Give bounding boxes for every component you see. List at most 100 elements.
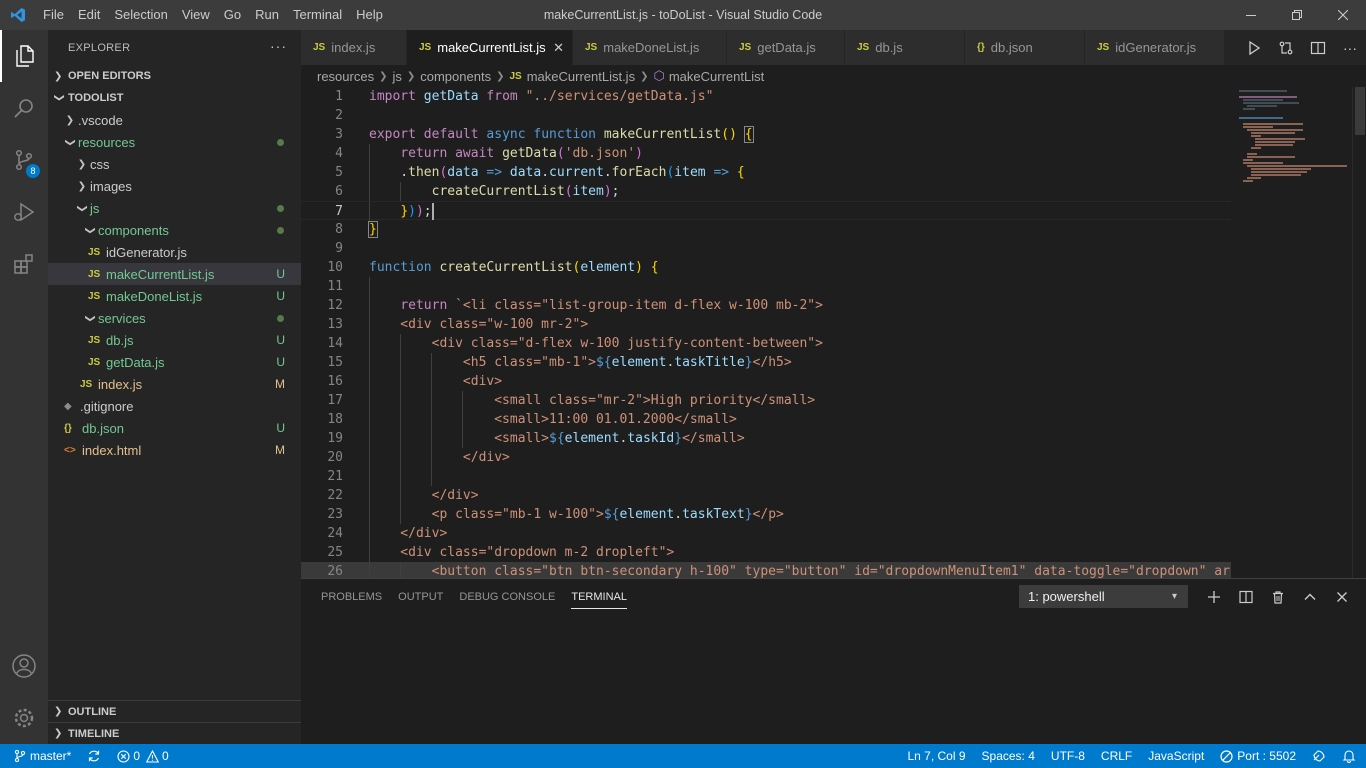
modified-dot-icon [277,226,284,234]
cursor-position[interactable]: Ln 7, Col 9 [899,744,973,768]
kill-terminal-button[interactable] [1262,579,1294,615]
menu-go[interactable]: Go [217,0,248,30]
encoding[interactable]: UTF-8 [1043,744,1093,768]
more-actions-icon[interactable]: ··· [270,38,287,54]
explorer-activity[interactable] [0,30,48,82]
tab-db-json[interactable]: {} db.json [965,30,1085,65]
chevron-down-icon: ❯ [76,203,88,213]
tree-item-getdata[interactable]: JS getData.js U [48,351,301,373]
split-terminal-button[interactable] [1230,579,1262,615]
code-editor[interactable]: 1 import getData from "../services/getDat… [301,87,1231,578]
scrollbar-thumb[interactable] [1355,87,1365,135]
js-file-icon: JS [88,356,101,368]
tab-getdata-js[interactable]: JS getData.js [727,30,845,65]
manage-activity[interactable] [0,692,48,744]
restore-button[interactable] [1274,0,1320,30]
open-editors-section[interactable]: ❯ OPEN EDITORS [48,65,301,87]
tab-problems[interactable]: PROBLEMS [313,579,390,615]
menu-view[interactable]: View [175,0,217,30]
warning-icon [146,749,160,763]
notifications-button[interactable] [1334,744,1366,768]
tab-output[interactable]: OUTPUT [390,579,451,615]
extensions-icon [14,254,33,274]
breadcrumb-symbol[interactable]: makeCurrentList [669,69,764,84]
breadcrumb-js[interactable]: js [392,69,401,84]
tab-makecurrentlist-js[interactable]: JS makeCurrentList.js ✕ [407,30,573,65]
tree-item-dbjs[interactable]: JS db.js U [48,329,301,351]
breadcrumb-components[interactable]: components [420,69,491,84]
problems-status[interactable]: 0 0 [109,744,176,768]
tree-item-gitignore[interactable]: ◆ .gitignore [48,395,301,417]
code-line: 13 <div class="w-100 mr-2"> [301,315,1231,334]
new-terminal-button[interactable] [1198,579,1230,615]
menu-help[interactable]: Help [349,0,390,30]
tree-item-indexjs[interactable]: JS index.js M [48,373,301,395]
tab-debug-console[interactable]: DEBUG CONSOLE [451,579,563,615]
menu-selection[interactable]: Selection [107,0,174,30]
menu-run[interactable]: Run [248,0,286,30]
maximize-panel-button[interactable] [1294,579,1326,615]
tree-item-components[interactable]: ❯ components [48,219,301,241]
run-button[interactable] [1238,30,1270,65]
minimap[interactable] [1231,87,1352,578]
tree-item-resources[interactable]: ❯ resources [48,131,301,153]
tab-idgenerator-js[interactable]: JS idGenerator.js [1085,30,1225,65]
tree-item-makedonelist[interactable]: JS makeDoneList.js U [48,285,301,307]
tree-item-makecurrentlist[interactable]: JS makeCurrentList.js U [48,263,301,285]
symbol-method-icon: ⬡ [653,68,665,83]
close-icon [1337,592,1347,602]
source-control-activity[interactable]: 8 [0,134,48,186]
search-activity[interactable] [0,82,48,134]
language-mode[interactable]: JavaScript [1140,744,1212,768]
branch-status[interactable]: master* [0,744,79,768]
outline-section[interactable]: ❯ OUTLINE [48,700,301,722]
tree-item-services[interactable]: ❯ services [48,307,301,329]
feedback-button[interactable] [1304,744,1334,768]
error-icon [117,749,130,763]
vertical-scrollbar[interactable] [1352,87,1366,578]
code-line: 25 <div class="dropdown m-2 dropleft"> [301,543,1231,562]
sync-icon [89,750,100,762]
more-editor-actions[interactable]: ··· [1334,30,1366,65]
menu-edit[interactable]: Edit [71,0,107,30]
close-panel-button[interactable] [1326,579,1358,615]
tree-item-css[interactable]: ❯ css [48,153,301,175]
run-debug-activity[interactable] [0,186,48,238]
breadcrumb-file[interactable]: makeCurrentList.js [527,69,635,84]
tab-db-js[interactable]: JS db.js [845,30,965,65]
close-window-button[interactable] [1320,0,1366,30]
project-section[interactable]: ❯ TODOLIST [48,87,301,109]
timeline-section[interactable]: ❯ TIMELINE [48,722,301,744]
chevron-right-icon: ❯ [379,70,388,82]
minimize-button[interactable] [1228,0,1274,30]
code-text: <div class="d-flex w-100 justify-content… [369,336,823,351]
tree-item-idgenerator[interactable]: JS idGenerator.js [48,241,301,263]
code-text: <div class="dropdown m-2 dropleft"> [369,545,675,560]
tree-item-indexhtml[interactable]: <> index.html M [48,439,301,461]
code-line: 16 <div> [301,372,1231,391]
breadcrumb-resources[interactable]: resources [317,69,374,84]
terminal-select[interactable]: 1: powershell ▾ [1019,585,1188,608]
tree-item-label: db.json [82,420,124,436]
extensions-activity[interactable] [0,238,48,290]
tree-item-js[interactable]: ❯ js [48,197,301,219]
indentation[interactable]: Spaces: 4 [974,744,1043,768]
tree-item-dbjson[interactable]: {} db.json U [48,417,301,439]
live-server-port[interactable]: Port : 5502 [1212,744,1304,768]
code-text: <h5 class="mb-1">${element.taskTitle}</h… [369,355,792,370]
tab-terminal[interactable]: TERMINAL [563,579,635,615]
accounts-activity[interactable] [0,640,48,692]
tree-item-vscode[interactable]: ❯ .vscode [48,109,301,131]
tab-index-js[interactable]: JS index.js [301,30,407,65]
tree-item-images[interactable]: ❯ images [48,175,301,197]
code-text: return `<li class="list-group-item d-fle… [400,298,823,313]
split-editor-button[interactable] [1302,30,1334,65]
end-of-line[interactable]: CRLF [1093,744,1140,768]
close-tab-icon[interactable]: ✕ [553,40,564,56]
code-line: 4 return await getData('db.json') [301,144,1231,163]
tab-makedonelist-js[interactable]: JS makeDoneList.js [573,30,727,65]
sync-button[interactable] [79,744,109,768]
menu-terminal[interactable]: Terminal [286,0,349,30]
open-changes-button[interactable] [1270,30,1302,65]
menu-file[interactable]: File [36,0,71,30]
